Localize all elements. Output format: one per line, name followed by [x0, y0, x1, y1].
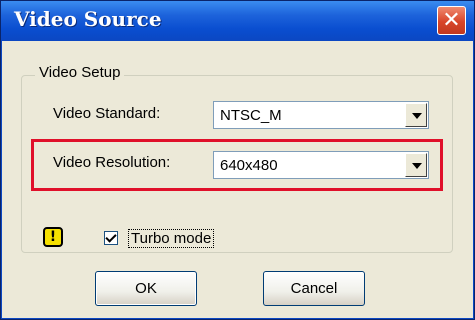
video-setup-legend: Video Setup: [35, 64, 125, 81]
video-resolution-label: Video Resolution:: [53, 154, 171, 171]
turbo-mode-checkbox[interactable]: [104, 231, 118, 245]
close-icon: ✕: [442, 8, 461, 33]
warning-icon: !: [43, 227, 63, 247]
cancel-button[interactable]: Cancel: [263, 271, 365, 306]
video-source-dialog: Video Source ✕ Video Setup Video Standar…: [0, 0, 475, 320]
ok-button[interactable]: OK: [95, 271, 197, 306]
video-resolution-select[interactable]: 640x480: [213, 151, 429, 179]
chevron-down-icon[interactable]: [405, 153, 427, 177]
window-title: Video Source: [14, 7, 162, 31]
video-standard-select[interactable]: NTSC_M: [213, 101, 429, 129]
video-resolution-value: 640x480: [220, 157, 278, 174]
video-standard-value: NTSC_M: [220, 107, 282, 124]
close-button[interactable]: ✕: [437, 6, 466, 35]
turbo-mode-label[interactable]: Turbo mode: [128, 229, 215, 248]
video-standard-label: Video Standard:: [53, 105, 161, 122]
title-bar[interactable]: Video Source ✕: [1, 1, 474, 41]
chevron-down-icon[interactable]: [405, 103, 427, 127]
